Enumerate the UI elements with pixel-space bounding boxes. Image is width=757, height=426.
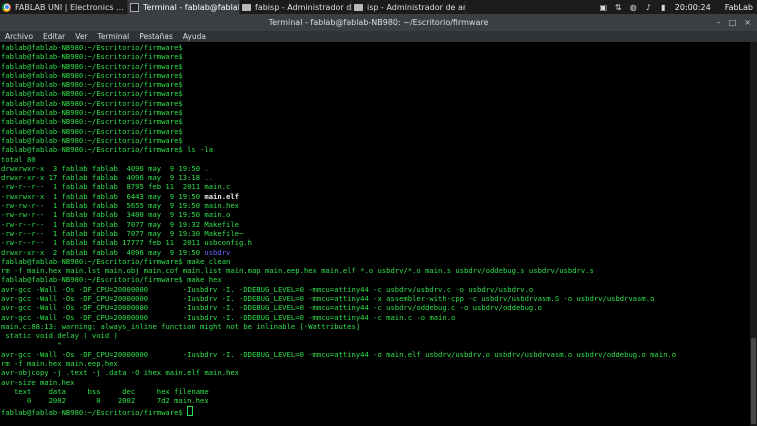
window-titlebar[interactable]: Terminal - fablab@fablab-NB980: ~/Escrit… xyxy=(0,14,757,31)
menu-item-2[interactable]: Ver xyxy=(70,32,92,41)
terminal-line: fablab@fablab-NB980:~/Escritorio/firmwar… xyxy=(1,117,183,127)
menu-bar: Archivo Editar Ver Terminal Pestañas Ayuda xyxy=(0,31,757,42)
taskbar-app-2[interactable]: fabisp - Administrador de ... xyxy=(240,0,352,14)
terminal-line: -rw-rw-r-- 1 fablab fablab 3400 may 9 19… xyxy=(1,210,231,220)
terminal-line: avr-gcc -Wall -Os -DF_CPU=20000000 -Iusb… xyxy=(1,349,677,359)
terminal-line: drwxr-xr-x 17 fablab fablab 4096 may 9 1… xyxy=(1,173,750,182)
terminal-line: -rwxrwxr-x 1 fablab fablab 6443 may 9 19… xyxy=(1,192,750,201)
terminal-icon xyxy=(130,2,139,12)
user-menu[interactable]: FabLab xyxy=(721,3,757,12)
taskbar-app-label: FABLAB UNI | Electronics ... xyxy=(15,2,124,12)
menu-item-0[interactable]: Archivo xyxy=(0,32,38,41)
terminal-text-segment: drwxr-xr-x 2 fablab fablab 4096 may 9 19… xyxy=(1,247,205,257)
menu-item-4[interactable]: Pestañas xyxy=(134,32,178,41)
folder-icon xyxy=(242,3,251,11)
terminal-line: -rw-rw-r-- 1 fablab fablab 5655 may 9 19… xyxy=(1,201,239,211)
terminal-line: -rw-r--r-- 1 fablab fablab 17777 feb 11 … xyxy=(1,238,252,248)
terminal-line: avr-gcc -Wall -Os -DF_CPU=20000000 -Iusb… xyxy=(1,284,534,294)
window-title: Terminal - fablab@fablab-NB980: ~/Escrit… xyxy=(268,18,489,27)
system-tray: ▣ ⇅ ◍ ♪ ▮ 20:00:24 FabLab xyxy=(596,0,757,14)
terminal-line: fablab@fablab-NB980:~/Escritorio/firmwar… xyxy=(1,108,183,118)
scrollbar-thumb[interactable] xyxy=(751,338,756,424)
terminal-line: -rw-r--r-- 1 fablab fablab 8795 feb 11 2… xyxy=(1,182,231,192)
terminal-line: avr-objcopy -j .text -j .data -O ihex ma… xyxy=(1,368,239,378)
terminal-text-segment: drwxrwxr-x 3 fablab fablab 4096 may 9 19… xyxy=(1,163,205,173)
terminal-line: fablab@fablab-NB980:~/Escritorio/firmwar… xyxy=(1,43,183,52)
display-icon[interactable]: ▣ xyxy=(599,3,608,12)
taskbar: FABLAB UNI | Electronics ... Terminal - f… xyxy=(0,0,757,14)
volume-icon[interactable]: ♪ xyxy=(644,3,653,12)
terminal-line: fablab@fablab-NB980:~/Escritorio/firmwar… xyxy=(1,256,231,266)
window-controls: – □ × xyxy=(717,18,751,27)
terminal-line: -rw-r--r-- 1 fablab fablab 7077 may 9 19… xyxy=(1,219,239,229)
terminal-line: fablab@fablab-NB980:~/Escritorio/firmwar… xyxy=(1,405,750,417)
terminal-line: fablab@fablab-NB980:~/Escritorio/firmwar… xyxy=(1,52,183,62)
terminal-line: 0 2002 0 2002 7d2 main.hex xyxy=(1,396,209,406)
terminal-text: fablab@fablab-NB980:~/Escritorio/firmwar… xyxy=(0,42,750,417)
terminal-output[interactable]: fablab@fablab-NB980:~/Escritorio/firmwar… xyxy=(0,42,750,426)
minimize-icon[interactable]: – xyxy=(717,18,721,27)
menu-item-1[interactable]: Editar xyxy=(38,32,70,41)
terminal-line: fablab@fablab-NB980:~/Escritorio/firmwar… xyxy=(1,135,183,145)
menu-item-5[interactable]: Ayuda xyxy=(178,32,211,41)
close-icon[interactable]: × xyxy=(744,18,751,27)
terminal-line: drwxr-xr-x 2 fablab fablab 4096 may 9 19… xyxy=(1,248,750,257)
terminal-line: fablab@fablab-NB980:~/Escritorio/firmwar… xyxy=(1,275,222,285)
terminal-line: text data bss dec hex filename xyxy=(1,386,209,396)
taskbar-app-label: fabisp - Administrador de ... xyxy=(255,2,352,12)
network-icon[interactable]: ⇅ xyxy=(614,3,623,12)
taskbar-app-label: Terminal - fablab@fablab-... xyxy=(143,2,239,12)
taskbar-app-label: isp - Administrador de arc... xyxy=(367,2,466,12)
terminal-line: avr-gcc -Wall -Os -DF_CPU=20000000 -Iusb… xyxy=(1,312,456,322)
terminal-line: fablab@fablab-NB980:~/Escritorio/firmwar… xyxy=(1,98,183,108)
battery-icon[interactable]: ▮ xyxy=(659,3,668,12)
directory-name: . xyxy=(204,163,209,173)
terminal-line: fablab@fablab-NB980:~/Escritorio/firmwar… xyxy=(1,70,183,80)
terminal-line: drwxrwxr-x 3 fablab fablab 4096 may 9 19… xyxy=(1,164,750,173)
terminal-line: fablab@fablab-NB980:~/Escritorio/firmwar… xyxy=(1,89,183,99)
wifi-icon[interactable]: ◍ xyxy=(629,3,638,12)
terminal-scrollbar[interactable] xyxy=(750,42,757,426)
menu-item-3[interactable]: Terminal xyxy=(93,32,135,41)
terminal-line: fablab@fablab-NB980:~/Escritorio/firmwar… xyxy=(1,61,183,71)
terminal-text-segment: drwxr-xr-x 17 fablab fablab 4096 may 9 1… xyxy=(1,173,205,183)
terminal-line: static void delay ( void ) xyxy=(1,331,118,341)
folder-icon xyxy=(354,3,363,11)
terminal-text-segment: -rwxrwxr-x 1 fablab fablab 6443 may 9 19… xyxy=(1,191,205,201)
terminal-line: avr-gcc -Wall -Os -DF_CPU=20000000 -Iusb… xyxy=(1,294,655,304)
terminal-line: fablab@fablab-NB980:~/Escritorio/firmwar… xyxy=(1,80,183,90)
terminal-line: rm -f main.hex main.eep.hex xyxy=(1,359,118,369)
terminal-line: avr-size main.hex xyxy=(1,377,75,387)
executable-name: main.elf xyxy=(204,191,240,201)
terminal-line: total 80 xyxy=(1,154,36,164)
terminal-line: ^ xyxy=(1,340,62,350)
chrome-icon xyxy=(2,2,11,12)
maximize-icon[interactable]: □ xyxy=(729,18,737,27)
taskbar-app-3[interactable]: isp - Administrador de arc... xyxy=(352,0,466,14)
terminal-line: fablab@fablab-NB980:~/Escritorio/firmwar… xyxy=(1,145,214,155)
taskbar-app-1[interactable]: Terminal - fablab@fablab-... xyxy=(128,0,240,14)
directory-name: .. xyxy=(204,173,214,183)
directory-name: usbdrv xyxy=(204,247,231,257)
terminal-line: -rw-r--r-- 1 fablab fablab 7077 may 9 19… xyxy=(1,228,244,238)
text-cursor xyxy=(187,405,194,416)
terminal-line: main.c:88:13: warning: always_inline fun… xyxy=(1,321,361,331)
terminal-line: rm -f main.hex main.lst main.obj main.co… xyxy=(1,266,594,276)
taskbar-app-0[interactable]: FABLAB UNI | Electronics ... xyxy=(0,0,128,14)
terminal-line: avr-gcc -Wall -Os -DF_CPU=20000000 -Iusb… xyxy=(1,303,542,313)
terminal-line: fablab@fablab-NB980:~/Escritorio/firmwar… xyxy=(1,126,183,136)
clock[interactable]: 20:00:24 xyxy=(675,3,711,12)
terminal-text-segment: fablab@fablab-NB980:~/Escritorio/firmwar… xyxy=(1,407,188,417)
